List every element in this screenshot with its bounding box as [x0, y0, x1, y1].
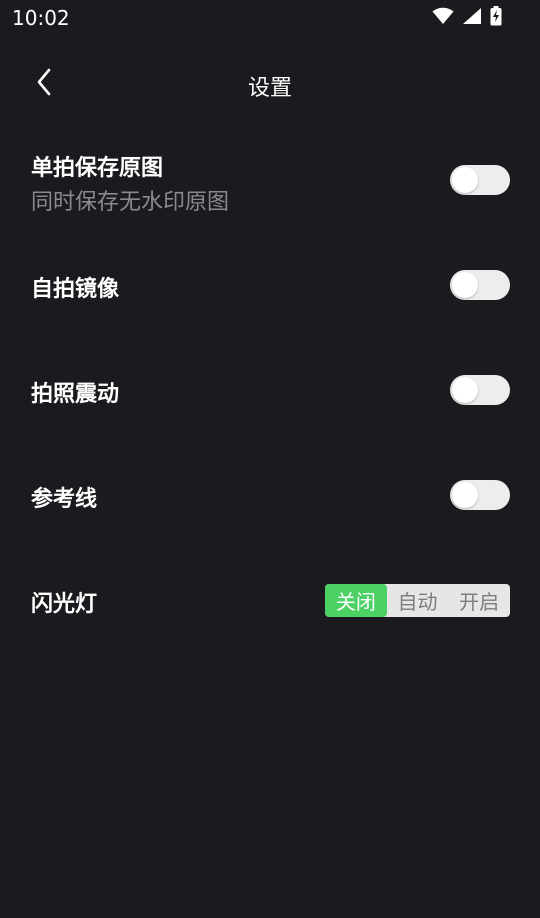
setting-row-shutter-vibration: 拍照震动 — [0, 361, 540, 421]
toggle-knob — [452, 482, 478, 508]
save-original-toggle[interactable] — [450, 165, 510, 195]
status-time: 10:02 — [12, 6, 70, 30]
toggle-knob — [452, 167, 478, 193]
flash-option-auto[interactable]: 自动 — [387, 584, 449, 617]
flash-option-on[interactable]: 开启 — [448, 584, 510, 617]
setting-label: 参考线 — [31, 487, 98, 512]
grid-lines-toggle[interactable] — [450, 480, 510, 510]
setting-label: 自拍镜像 — [31, 277, 120, 302]
shutter-vibration-toggle[interactable] — [450, 375, 510, 405]
battery-charging-icon — [490, 6, 502, 26]
wifi-icon — [432, 7, 454, 25]
setting-row-selfie-mirror: 自拍镜像 — [0, 256, 540, 316]
signal-icon — [462, 7, 482, 25]
status-bar: 10:02 — [0, 0, 540, 36]
setting-label: 单拍保存原图 — [31, 156, 164, 181]
status-icons — [432, 6, 502, 26]
toggle-knob — [452, 377, 478, 403]
setting-label: 拍照震动 — [31, 382, 120, 407]
setting-row-save-original: 单拍保存原图 同时保存无水印原图 — [0, 148, 540, 218]
flash-mode-selector: 关闭 自动 开启 — [325, 584, 510, 617]
setting-row-grid-lines: 参考线 — [0, 466, 540, 526]
toggle-knob — [452, 272, 478, 298]
page-title: 设置 — [247, 76, 292, 101]
setting-sublabel: 同时保存无水印原图 — [31, 190, 230, 215]
header: 设置 — [0, 60, 540, 108]
flash-label: 闪光灯 — [31, 592, 98, 617]
flash-option-off[interactable]: 关闭 — [325, 584, 387, 617]
settings-screen: 10:02 设置 单拍保存原图 同时保存无水印原图 自拍镜像 拍照震动 参考线 … — [0, 0, 540, 918]
selfie-mirror-toggle[interactable] — [450, 270, 510, 300]
